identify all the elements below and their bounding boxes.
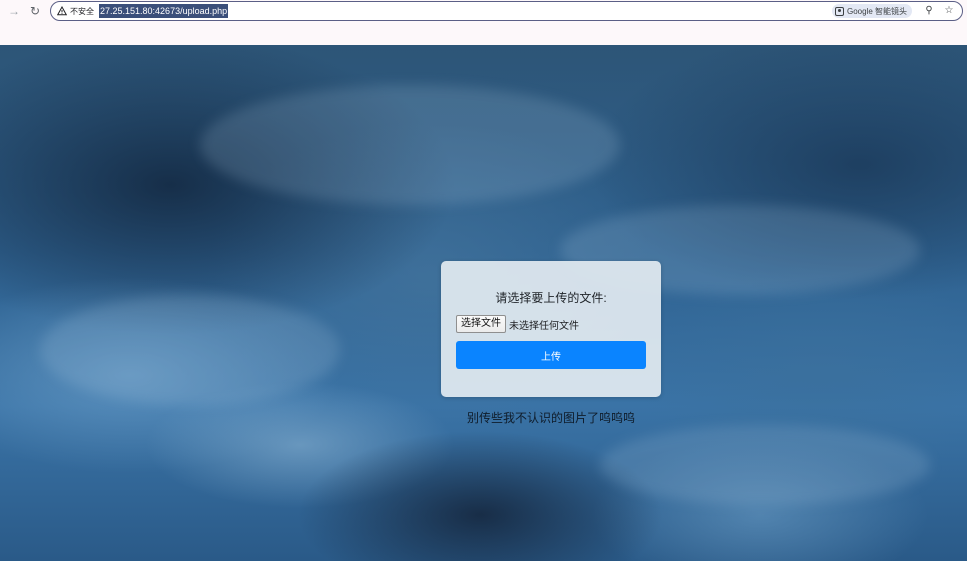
google-lens-label: Google 智能镜头 xyxy=(847,6,908,16)
upload-button[interactable]: 上传 xyxy=(456,341,646,369)
arrow-right-icon[interactable]: → xyxy=(5,2,23,20)
sky-background-cloud xyxy=(40,295,340,405)
star-icon[interactable]: ☆ xyxy=(942,4,956,18)
choose-file-button[interactable]: 选择文件 xyxy=(456,315,506,333)
warning-triangle-icon xyxy=(57,6,67,16)
address-bar[interactable]: 不安全 27.25.151.80:42673/upload.php Google… xyxy=(50,1,963,21)
reload-icon[interactable]: ↻ xyxy=(26,2,44,20)
url-text[interactable]: 27.25.151.80:42673/upload.php xyxy=(99,4,229,18)
sky-background-cloud xyxy=(200,85,620,205)
zoom-icon[interactable]: ⚲ xyxy=(922,4,936,18)
page-viewport: 请选择要上传的文件: 选择文件 未选择任何文件 上传 别传些我不认识的图片了呜呜… xyxy=(0,45,967,561)
security-label: 不安全 xyxy=(70,6,94,16)
google-lens-icon xyxy=(835,6,844,16)
file-input-row: 选择文件 未选择任何文件 xyxy=(456,315,579,333)
upload-prompt: 请选择要上传的文件: xyxy=(495,291,607,305)
browser-toolbar: → ↻ 不安全 27.25.151.80:42673/upload.php Go… xyxy=(0,0,967,22)
security-indicator[interactable]: 不安全 xyxy=(57,4,94,18)
file-status-text: 未选择任何文件 xyxy=(509,320,579,332)
google-lens-button[interactable]: Google 智能镜头 xyxy=(832,4,913,18)
sky-background-cloud xyxy=(600,425,930,505)
upload-form: 请选择要上传的文件: 选择文件 未选择任何文件 上传 xyxy=(441,261,661,397)
tagline-text: 别传些我不认识的图片了呜呜呜 xyxy=(466,411,635,425)
toolbar-spacer xyxy=(0,22,967,45)
